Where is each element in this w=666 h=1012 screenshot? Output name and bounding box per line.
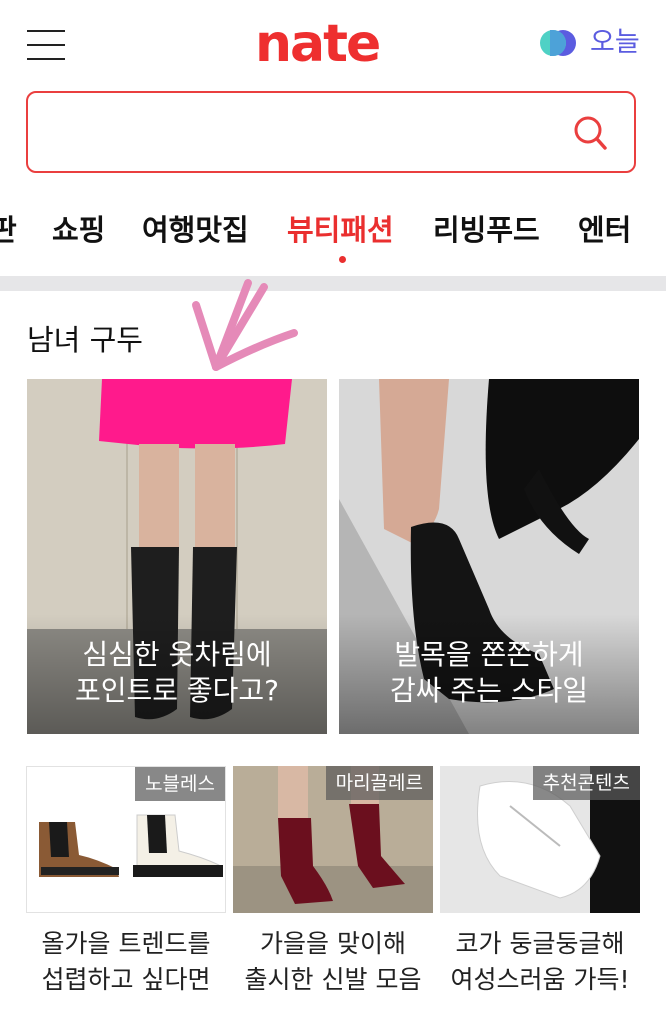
today-link[interactable]: 오늘 xyxy=(590,26,640,60)
tab-travel-food[interactable]: 여행맛집 xyxy=(142,204,249,256)
search-input[interactable] xyxy=(46,111,570,155)
tab-shopping[interactable]: 쇼핑 xyxy=(52,204,105,256)
search-icon[interactable] xyxy=(573,115,607,151)
item-caption-3[interactable]: 코가 둥글둥글해 여성스러움 가득! xyxy=(440,926,640,998)
featured-caption-1: 심심한 옷차림에 포인트로 좋다고? xyxy=(74,638,280,707)
theme-toggle-icon[interactable] xyxy=(540,30,576,56)
active-tab-indicator xyxy=(339,256,346,263)
category-tabs: 판 쇼핑 여행맛집 뷰티패션 리빙푸드 엔터 xyxy=(0,204,666,264)
tab-entertainment[interactable]: 엔터 xyxy=(578,204,631,256)
tab-pan[interactable]: 판 xyxy=(0,204,17,256)
featured-card-1[interactable]: 심심한 옷차림에 포인트로 좋다고? xyxy=(27,379,327,734)
item-card-3[interactable]: 추천콘텐츠 xyxy=(440,766,640,913)
item-badge-3: 추천콘텐츠 xyxy=(532,766,640,800)
item-card-1[interactable]: 노블레스 xyxy=(26,766,226,913)
search-box xyxy=(26,91,636,173)
tab-living-food[interactable]: 리빙푸드 xyxy=(433,204,540,256)
hamburger-menu-icon[interactable] xyxy=(27,28,65,62)
item-caption-2[interactable]: 가을을 맞이해 출시한 신발 모음 xyxy=(233,926,433,998)
section-title: 남녀 구두 xyxy=(27,323,143,357)
item-badge-2: 마리끌레르 xyxy=(325,766,433,800)
item-badge-1: 노블레스 xyxy=(135,767,225,801)
nate-logo[interactable]: nate xyxy=(255,14,381,74)
featured-caption-2: 발목을 쫀쫀하게 감싸 주는 스타일 xyxy=(389,638,589,707)
item-caption-1[interactable]: 올가을 트렌드를 섭렵하고 싶다면 xyxy=(26,926,226,998)
item-card-2[interactable]: 마리끌레르 xyxy=(233,766,433,913)
featured-card-2[interactable]: 발목을 쫀쫀하게 감싸 주는 스타일 xyxy=(339,379,639,734)
pink-arrow-scribble xyxy=(192,279,298,371)
section-divider xyxy=(0,276,666,291)
tab-beauty-fashion[interactable]: 뷰티패션 xyxy=(287,204,394,256)
